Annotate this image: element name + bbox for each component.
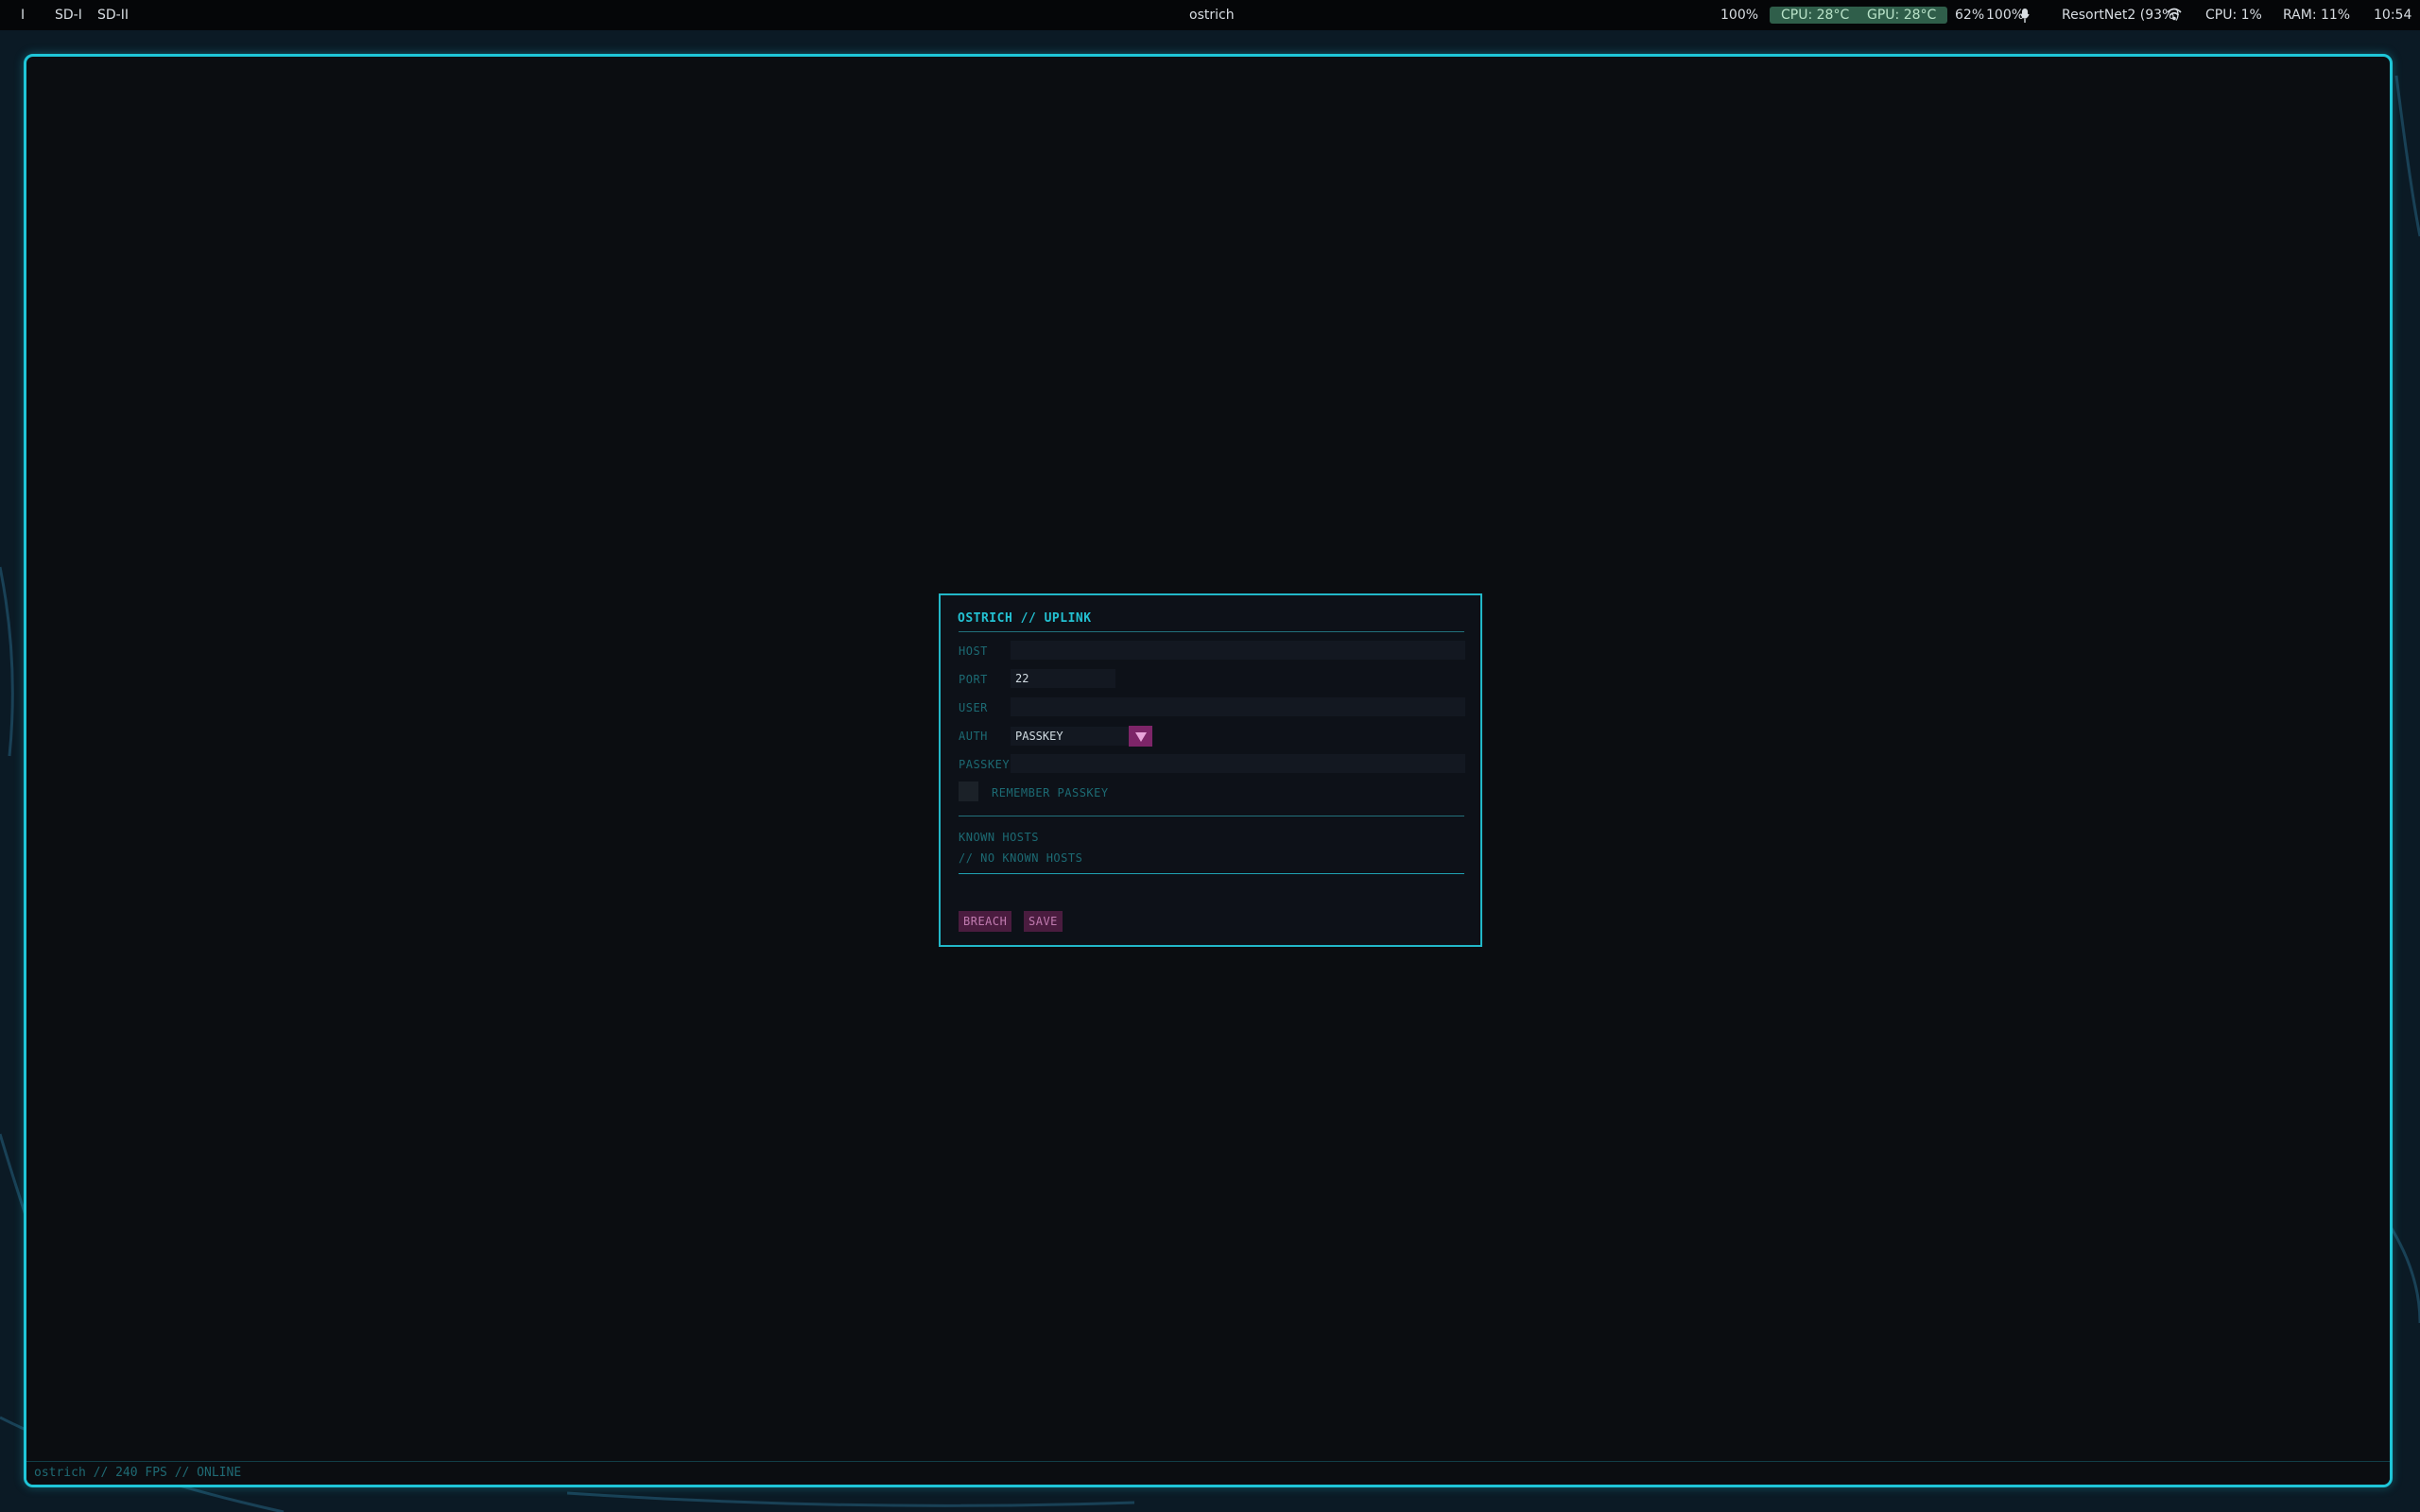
uplink-dialog: OSTRICH // UPLINK HOST PORT 22 USER AUTH… — [939, 593, 1482, 947]
remember-passkey-label[interactable]: REMEMBER PASSKEY — [992, 786, 1109, 799]
window-title: ostrich — [1189, 8, 1235, 23]
volume-level[interactable]: 100% — [1720, 0, 1758, 30]
status-bar: ostrich // 240 FPS // ONLINE — [26, 1461, 2390, 1485]
mic-level[interactable]: 100% — [1986, 0, 2024, 30]
host-input[interactable] — [1011, 641, 1465, 660]
port-label: PORT — [959, 673, 988, 686]
workspace-sd-ii[interactable]: SD-II — [97, 0, 129, 30]
passkey-label: PASSKEY — [959, 758, 1011, 771]
auth-label: AUTH — [959, 730, 988, 743]
cpu-temp-badge: CPU: 28°C — [1770, 7, 1861, 24]
known-hosts-label: KNOWN HOSTS — [959, 831, 1039, 844]
user-input[interactable] — [1011, 697, 1465, 716]
host-label: HOST — [959, 644, 988, 658]
auth-dropdown-button[interactable] — [1129, 726, 1152, 747]
brightness-level[interactable]: 62% — [1955, 0, 1984, 30]
save-button[interactable]: SAVE — [1024, 911, 1063, 932]
microphone-icon[interactable] — [2020, 0, 2030, 30]
wifi-icon[interactable] — [2167, 0, 2182, 30]
ram-usage: RAM: 11% — [2283, 8, 2351, 23]
remember-passkey-checkbox[interactable] — [959, 782, 978, 801]
auth-select[interactable]: PASSKEY — [1011, 727, 1129, 746]
cpu-usage: CPU: 1% — [2205, 8, 2262, 23]
workspace-sd-i[interactable]: SD-I — [55, 0, 82, 30]
known-hosts-empty: // NO KNOWN HOSTS — [959, 851, 1083, 865]
user-label: USER — [959, 701, 988, 714]
known-hosts-divider-bottom — [959, 873, 1464, 874]
title-divider — [959, 631, 1464, 632]
port-input[interactable]: 22 — [1011, 669, 1115, 688]
chevron-down-icon — [1135, 732, 1147, 742]
breach-button[interactable]: BREACH — [959, 911, 1012, 932]
gpu-temp-badge: GPU: 28°C — [1856, 7, 1948, 24]
top-panel: I SD-I SD-II ostrich 100% CPU: 28°C GPU:… — [0, 0, 2420, 30]
passkey-input[interactable] — [1011, 754, 1465, 773]
workspace-indicator[interactable]: I — [21, 0, 25, 30]
network-name[interactable]: ResortNet2 (93%) — [2062, 0, 2180, 30]
dialog-title: OSTRICH // UPLINK — [958, 611, 1092, 626]
clock[interactable]: 10:54 — [2374, 0, 2411, 30]
